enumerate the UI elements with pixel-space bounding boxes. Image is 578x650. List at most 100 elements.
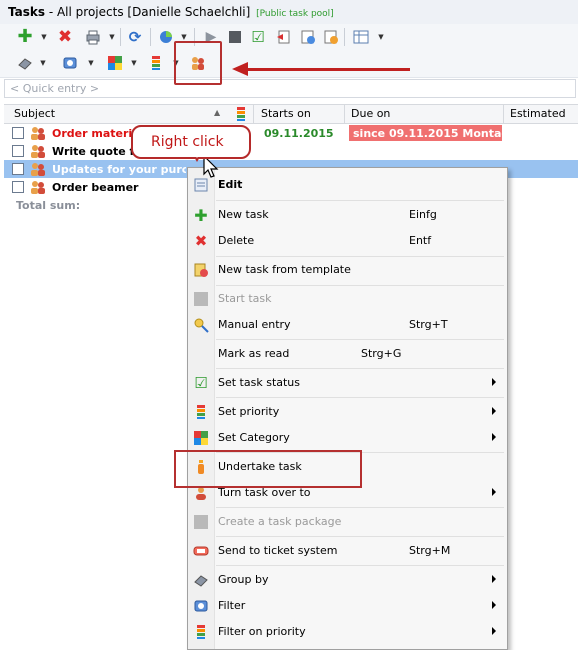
menu-item-label: Set Category	[218, 431, 290, 444]
menu-item-shortcut: Strg+G	[361, 347, 402, 360]
toolbar-separator	[344, 28, 345, 46]
menu-item-shortcut: Strg+M	[409, 544, 451, 557]
callout-tail-inner	[192, 150, 202, 158]
menu-item-set-category[interactable]: Set Category	[188, 428, 507, 448]
check-icon[interactable]: ☑	[250, 29, 266, 45]
menu-separator	[216, 368, 504, 369]
people-icon	[31, 181, 45, 194]
task-pool-label: [Public task pool]	[256, 9, 334, 19]
column-header-subject[interactable]: Subject	[14, 107, 55, 120]
filter-dropdown-icon[interactable]: ▼	[87, 55, 95, 71]
menu-separator	[216, 285, 504, 286]
sort-up-icon[interactable]: ▲	[214, 108, 220, 117]
overdue-badge: since 09.11.2015 Montag	[349, 125, 509, 141]
refresh-icon[interactable]: ⟳	[127, 29, 143, 45]
priority-column-icon[interactable]	[233, 106, 249, 122]
row-checkbox[interactable]	[12, 145, 24, 157]
group-icon[interactable]	[17, 55, 33, 71]
menu-separator	[216, 200, 504, 201]
group-dropdown-icon[interactable]: ▼	[39, 55, 47, 71]
category-dropdown-icon[interactable]: ▼	[130, 55, 138, 71]
plus-icon: ✚	[194, 205, 208, 225]
people-icon	[31, 145, 45, 158]
menu-item-create-task-package[interactable]: Create a task package	[188, 512, 507, 532]
submenu-arrow-icon	[492, 601, 496, 609]
toolbar-separator	[150, 28, 151, 46]
menu-item-label: Delete	[218, 234, 255, 247]
row-checkbox[interactable]	[12, 163, 24, 175]
menu-item-label: Set priority	[218, 405, 280, 418]
menu-item-label: Group by	[218, 573, 269, 586]
menu-item-shortcut: Strg+T	[409, 318, 448, 331]
delete-icon[interactable]: ✖	[57, 29, 73, 46]
recurring-icon[interactable]	[323, 29, 339, 45]
print-dropdown-icon[interactable]: ▼	[108, 29, 116, 45]
layout-dropdown-icon[interactable]: ▼	[377, 29, 385, 45]
menu-item-edit[interactable]: Edit	[188, 175, 507, 195]
check-icon: ☑	[194, 374, 208, 392]
task-row[interactable]: Write quote fo	[4, 142, 578, 160]
menu-item-label: Edit	[218, 178, 243, 191]
menu-item-delete[interactable]: ✖ Delete Entf	[188, 231, 507, 251]
print-icon[interactable]	[85, 29, 101, 45]
menu-item-send-to-ticket-system[interactable]: Send to ticket system Strg+M	[188, 541, 507, 561]
filter-icon	[193, 598, 209, 614]
menu-item-manual-entry[interactable]: Manual entry Strg+T	[188, 315, 507, 335]
stop-icon[interactable]	[227, 29, 243, 45]
secondary-toolbar: ▼ ▼ ▼ ▼	[0, 50, 578, 78]
task-row[interactable]: Order materia 09.11.2015 since 09.11.201…	[4, 124, 578, 142]
menu-item-start-task[interactable]: Start task	[188, 289, 507, 309]
menu-item-label: Manual entry	[218, 318, 291, 331]
column-separator	[503, 105, 504, 123]
task-subject: Order beamer	[52, 181, 139, 194]
callout-text: Right click	[151, 134, 224, 150]
row-checkbox[interactable]	[12, 127, 24, 139]
task-due-on: since 09.11.2015 Montag	[353, 127, 510, 140]
menu-item-new-task-from-template[interactable]: New task from template	[188, 260, 507, 280]
menu-item-set-priority[interactable]: Set priority	[188, 402, 507, 422]
priority-icon[interactable]	[148, 55, 164, 71]
priority-filter-icon	[193, 624, 209, 640]
column-header-estimated[interactable]: Estimated	[510, 107, 566, 120]
add-task-icon[interactable]: ✚	[17, 28, 33, 46]
edit-icon	[193, 177, 209, 193]
menu-separator	[216, 339, 504, 340]
ticket-icon	[193, 543, 209, 559]
task-subject: Updates for your purcha	[52, 163, 186, 176]
menu-item-shortcut: Entf	[409, 234, 432, 247]
menu-item-label: Send to ticket system	[218, 544, 338, 557]
menu-item-label: Filter on priority	[218, 625, 306, 638]
filter-icon[interactable]	[62, 55, 78, 71]
reminder-icon[interactable]	[300, 29, 316, 45]
delete-icon: ✖	[194, 232, 208, 250]
total-sum-label: Total sum:	[16, 199, 81, 212]
menu-item-filter[interactable]: Filter	[188, 596, 507, 616]
grid-header: Subject ▲ Starts on Due on Estimated	[4, 104, 578, 124]
status-icon[interactable]	[158, 29, 174, 45]
menu-item-set-task-status[interactable]: ☑ Set task status	[188, 373, 507, 393]
menu-item-new-task[interactable]: ✚ New task Einfg	[188, 205, 507, 225]
row-checkbox[interactable]	[12, 181, 24, 193]
quick-entry-field[interactable]: < Quick entry >	[4, 79, 576, 98]
submenu-arrow-icon	[492, 627, 496, 635]
submenu-arrow-icon	[492, 488, 496, 496]
menu-item-label: Start task	[218, 292, 272, 305]
menu-separator	[216, 565, 504, 566]
menu-item-label: Create a task package	[218, 515, 342, 528]
task-starts-on: 09.11.2015	[264, 127, 334, 140]
flag-icon[interactable]	[276, 29, 292, 45]
people-icon	[31, 163, 45, 176]
column-header-starts-on[interactable]: Starts on	[261, 107, 311, 120]
column-separator	[344, 105, 345, 123]
toolbar-button-highlight	[174, 41, 222, 85]
right-click-callout: Right click	[131, 125, 251, 159]
layout-icon[interactable]	[353, 29, 369, 45]
toolbar-separator	[120, 28, 121, 46]
add-dropdown-icon[interactable]: ▼	[40, 29, 48, 45]
menu-item-label: New task from template	[218, 263, 351, 276]
menu-item-filter-on-priority[interactable]: Filter on priority	[188, 622, 507, 642]
category-icon[interactable]	[107, 55, 123, 71]
menu-item-mark-as-read[interactable]: Mark as read Strg+G	[188, 344, 507, 364]
menu-item-group-by[interactable]: Group by	[188, 570, 507, 590]
column-header-due-on[interactable]: Due on	[351, 107, 390, 120]
